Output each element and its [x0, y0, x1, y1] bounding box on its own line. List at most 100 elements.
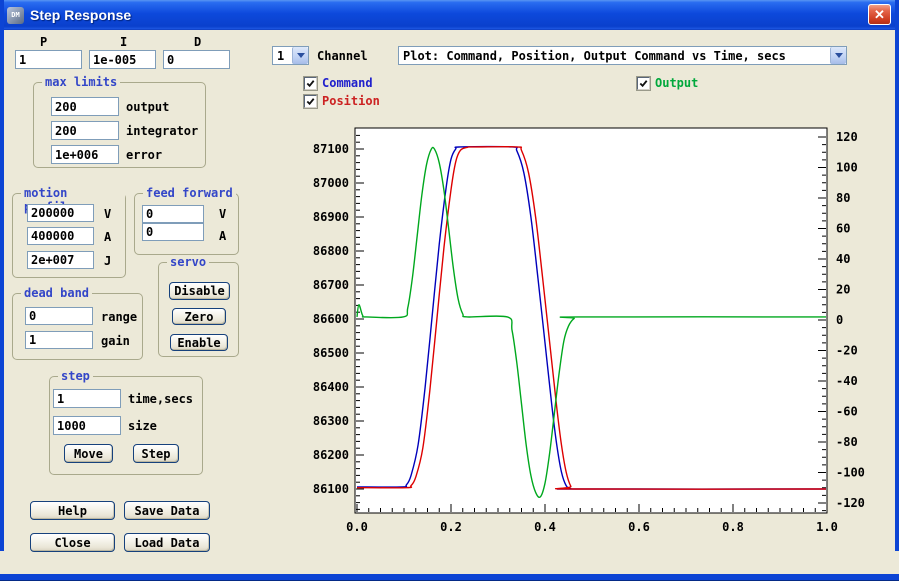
plot-area: [354, 127, 828, 514]
max-error-field[interactable]: [51, 145, 119, 164]
jerk-label: J: [104, 254, 112, 268]
help-button[interactable]: Help: [30, 501, 115, 520]
dead-band-group: dead band range gain: [12, 286, 143, 360]
dead-band-title: dead band: [21, 286, 93, 300]
title-bar[interactable]: DM Step Response ✕: [0, 0, 899, 30]
p-field[interactable]: [15, 50, 82, 69]
i-label: I: [120, 35, 128, 49]
gain-field[interactable]: [25, 331, 93, 349]
enable-button[interactable]: Enable: [170, 334, 228, 351]
window-border-bottom: [0, 574, 899, 581]
save-data-button[interactable]: Save Data: [124, 501, 210, 520]
command-checkbox[interactable]: [303, 76, 318, 91]
right-axis-tick-label: -60: [836, 405, 858, 419]
acceleration-label: A: [104, 230, 112, 244]
load-data-button[interactable]: Load Data: [124, 533, 210, 552]
left-axis-tick-label: 86300: [313, 414, 349, 428]
chevron-down-icon[interactable]: [292, 47, 308, 64]
velocity-field[interactable]: [27, 204, 94, 222]
channel-value: 1: [277, 48, 285, 63]
left-axis-tick-label: 86200: [313, 448, 349, 462]
motion-profile-group: motion profile V A J: [12, 186, 126, 278]
right-axis-tick-label: -20: [836, 344, 858, 358]
channel-label: Channel: [317, 49, 368, 63]
left-axis-tick-label: 86500: [313, 346, 349, 360]
chevron-down-icon[interactable]: [830, 47, 846, 64]
right-axis-tick-label: 120: [836, 130, 858, 144]
right-axis-tick-label: 60: [836, 222, 850, 236]
gain-label: gain: [101, 334, 130, 348]
ff-velocity-label: V: [219, 207, 227, 221]
x-axis-tick-label: 0.6: [628, 520, 650, 534]
x-axis-tick-label: 0.8: [722, 520, 744, 534]
position-checkbox[interactable]: [303, 94, 318, 109]
close-window-button[interactable]: ✕: [868, 4, 891, 25]
window-border-left: [0, 0, 4, 551]
left-axis-tick-label: 87100: [313, 142, 349, 156]
window-title: Step Response: [30, 7, 132, 23]
right-axis-tick-label: 80: [836, 191, 850, 205]
feed-forward-title: feed forward: [143, 186, 236, 200]
right-axis-tick-label: -40: [836, 374, 858, 388]
right-axis-tick-label: -120: [836, 496, 865, 510]
jerk-field[interactable]: [27, 251, 94, 269]
step-size-field[interactable]: [53, 416, 121, 435]
feed-forward-group: feed forward V A: [134, 186, 239, 255]
step-size-label: size: [128, 419, 157, 433]
right-axis-tick-label: 40: [836, 252, 850, 266]
output-checkbox-label: Output: [655, 76, 699, 90]
x-axis-tick-label: 0.4: [534, 520, 556, 534]
check-icon: [639, 80, 648, 88]
d-label: D: [194, 35, 202, 49]
max-output-label: output: [126, 100, 170, 114]
p-label: P: [40, 35, 48, 49]
plot-select-value: Plot: Command, Position, Output Command …: [403, 48, 786, 63]
check-icon: [306, 80, 315, 88]
servo-title: servo: [167, 255, 210, 269]
right-axis-tick-label: -100: [836, 466, 865, 480]
left-axis-tick-label: 86600: [313, 312, 349, 326]
zero-button[interactable]: Zero: [172, 308, 226, 325]
window-border-right: [895, 0, 899, 551]
position-checkbox-label: Position: [322, 94, 380, 108]
channel-select[interactable]: 1: [272, 46, 309, 65]
ff-velocity-field[interactable]: [142, 205, 204, 223]
step-time-field[interactable]: [53, 389, 121, 408]
max-output-field[interactable]: [51, 97, 119, 116]
max-integrator-label: integrator: [126, 124, 199, 138]
plot-select[interactable]: Plot: Command, Position, Output Command …: [398, 46, 847, 65]
d-field[interactable]: [163, 50, 230, 69]
check-icon: [306, 98, 315, 106]
x-axis-tick-label: 1.0: [816, 520, 838, 534]
move-button[interactable]: Move: [64, 444, 113, 463]
ff-acceleration-field[interactable]: [142, 223, 204, 241]
left-axis-tick-label: 86400: [313, 380, 349, 394]
left-axis-tick-label: 86700: [313, 278, 349, 292]
i-field[interactable]: [89, 50, 156, 69]
step-button[interactable]: Step: [133, 444, 179, 463]
step-title: step: [58, 369, 93, 383]
range-label: range: [101, 310, 138, 324]
left-axis-tick-label: 86100: [313, 482, 349, 496]
disable-button[interactable]: Disable: [169, 282, 230, 300]
max-error-label: error: [126, 148, 163, 162]
right-axis-tick-label: -80: [836, 435, 858, 449]
range-field[interactable]: [25, 307, 93, 325]
max-integrator-field[interactable]: [51, 121, 119, 140]
step-response-window: DM Step Response ✕ P I D 1 Channel Plot:…: [0, 0, 899, 581]
close-icon: ✕: [874, 6, 885, 22]
close-button[interactable]: Close: [30, 533, 115, 552]
command-checkbox-label: Command: [322, 76, 373, 90]
app-icon: DM: [7, 6, 24, 24]
step-time-label: time,secs: [128, 392, 194, 406]
plot-canvas: 87100 87000 86900 86800 86700 86600 86500 86400…: [313, 127, 865, 534]
right-axis-tick-label: 20: [836, 283, 850, 297]
step-group: step time,secs size Move Step: [49, 369, 203, 475]
x-axis-tick-label: 0.2: [440, 520, 462, 534]
output-checkbox[interactable]: [636, 76, 651, 91]
acceleration-field[interactable]: [27, 227, 94, 245]
left-axis-tick-label: 87000: [313, 176, 349, 190]
max-limits-title: max limits: [42, 75, 121, 89]
left-axis-tick-label: 86900: [313, 210, 349, 224]
x-axis-tick-label: 0.0: [346, 520, 368, 534]
